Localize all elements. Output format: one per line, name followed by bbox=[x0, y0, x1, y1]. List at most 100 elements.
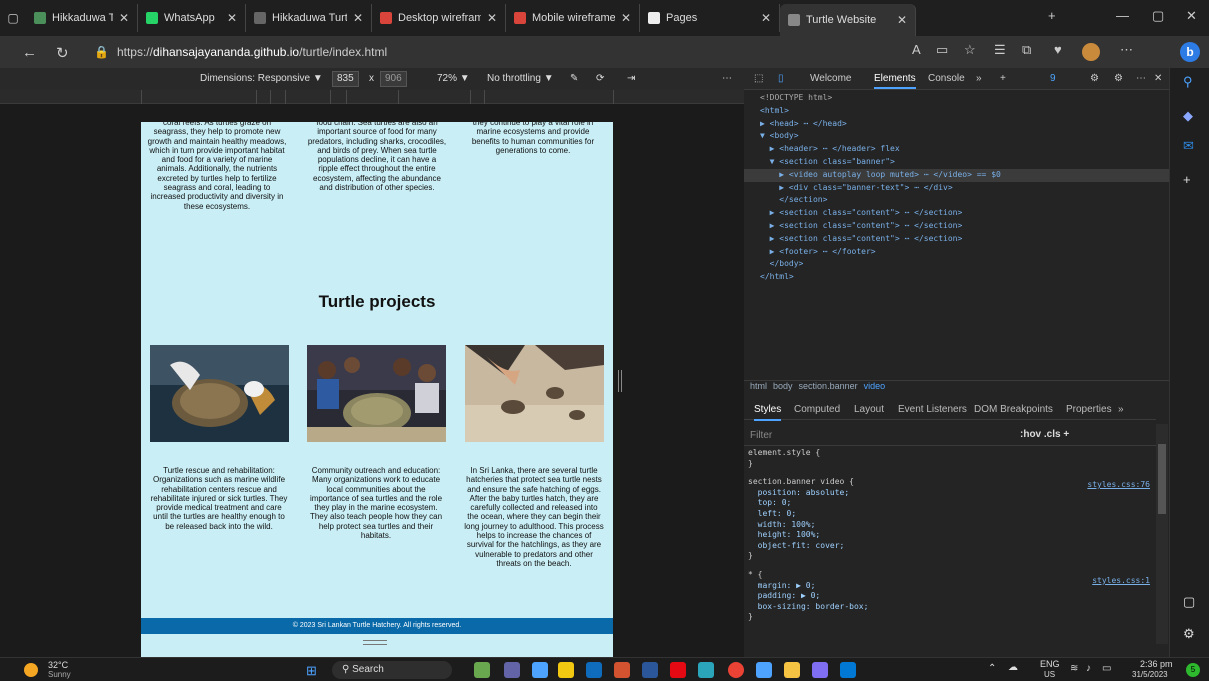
css-rule-line[interactable]: top: 0; bbox=[744, 498, 1156, 509]
device-more-icon[interactable]: ⋯ bbox=[722, 73, 732, 84]
dom-node[interactable]: <html> bbox=[744, 105, 1169, 118]
git-icon[interactable] bbox=[812, 662, 828, 678]
powerpoint-icon[interactable] bbox=[614, 662, 630, 678]
zoom-select[interactable]: 72% ▼ bbox=[437, 73, 470, 84]
widgets-icon[interactable] bbox=[474, 662, 490, 678]
chrome-icon[interactable] bbox=[728, 662, 744, 678]
dom-node[interactable]: ▶ <video autoplay loop muted> ⋯ </video>… bbox=[744, 168, 1169, 182]
height-input[interactable]: 906 bbox=[380, 71, 407, 87]
tab-console[interactable]: Console bbox=[928, 73, 965, 84]
customize-icon[interactable]: ⚙ bbox=[1090, 73, 1099, 84]
favorites-icon[interactable]: ☰ bbox=[994, 42, 1006, 58]
settings-gear-icon[interactable]: ⚙ bbox=[1114, 73, 1123, 84]
browser-tab[interactable]: Hikkaduwa Turtle Con ✕ bbox=[26, 4, 138, 32]
weather-temp[interactable]: 32°C bbox=[48, 660, 68, 670]
css-rule-line[interactable]: left: 0; bbox=[744, 509, 1156, 520]
dom-node[interactable]: ▶ <section class="content"> ⋯ </section> bbox=[744, 207, 1169, 220]
tab-welcome[interactable]: Welcome bbox=[810, 73, 852, 84]
browser-tab[interactable]: WhatsApp ✕ bbox=[138, 4, 246, 32]
browser-tab[interactable]: Desktop wireframe.pc ✕ bbox=[372, 4, 506, 32]
store-icon[interactable] bbox=[558, 662, 574, 678]
onedrive-icon[interactable]: ☁ bbox=[1008, 662, 1018, 673]
start-icon[interactable]: ⊞ bbox=[306, 663, 317, 679]
throttling-select[interactable]: No throttling ▼ bbox=[487, 73, 554, 84]
dom-node[interactable]: ▶ <footer> ⋯ </footer> bbox=[744, 246, 1169, 259]
breadcrumb-item[interactable]: html bbox=[750, 381, 767, 391]
dom-node[interactable]: </html> bbox=[744, 271, 1169, 284]
browser-tab[interactable]: Pages ✕ bbox=[640, 4, 780, 32]
collections-icon[interactable]: ⧉ bbox=[1022, 42, 1031, 58]
netflix-icon[interactable] bbox=[670, 662, 686, 678]
tab-icon[interactable]: ▭ bbox=[936, 42, 948, 58]
dom-node[interactable]: ▶ <section class="content"> ⋯ </section> bbox=[744, 233, 1169, 246]
devtools-more-icon[interactable]: ⋯ bbox=[1136, 73, 1146, 84]
tab-close-icon[interactable]: ✕ bbox=[621, 11, 631, 25]
tray-chevron-icon[interactable]: ⌃ bbox=[988, 663, 996, 674]
width-input[interactable]: 835 bbox=[332, 71, 359, 87]
url-field[interactable]: 🔒 https://dihansajayananda.github.io/tur… bbox=[94, 40, 894, 64]
dom-node[interactable]: </body> bbox=[744, 258, 1169, 271]
wifi-icon[interactable]: ≋ bbox=[1070, 663, 1078, 674]
styles-tab[interactable]: Layout bbox=[854, 404, 884, 415]
vscode-icon[interactable] bbox=[840, 662, 856, 678]
tab-close-icon[interactable]: ✕ bbox=[119, 11, 129, 25]
more-icon[interactable]: ⋯ bbox=[1120, 42, 1133, 58]
browser-tab[interactable]: Hikkaduwa Turtle Hat ✕ bbox=[246, 4, 372, 32]
notepad-icon[interactable] bbox=[756, 662, 772, 678]
dual-screen-icon[interactable]: ⇥ bbox=[627, 73, 635, 84]
tab-close-icon[interactable]: ✕ bbox=[227, 11, 237, 25]
edge-icon[interactable] bbox=[698, 662, 714, 678]
teams-icon[interactable] bbox=[504, 662, 520, 678]
dom-node[interactable]: </section> bbox=[744, 194, 1169, 207]
tab-actions-icon[interactable]: ▢ bbox=[0, 11, 26, 25]
styles-tab[interactable]: Styles bbox=[754, 404, 782, 421]
issues-badge[interactable]: 9 bbox=[1050, 73, 1056, 84]
outlook-icon[interactable]: ✉ bbox=[1183, 138, 1194, 154]
browser-tab[interactable]: Mobile wireframe.pdf ✕ bbox=[506, 4, 640, 32]
dom-node[interactable]: ▼ <section class="banner"> bbox=[744, 156, 1169, 169]
refresh-icon[interactable]: ↻ bbox=[56, 44, 69, 62]
dom-tree[interactable]: <!DOCTYPE html> <html> ▶ <head> ⋯ </head> ▼… bbox=[744, 92, 1169, 284]
dom-node[interactable]: ▶ <div class="banner-text"> ⋯ </div> bbox=[744, 182, 1169, 195]
styles-tab[interactable]: Properties bbox=[1066, 404, 1112, 415]
close-devtools-icon[interactable]: ✕ bbox=[1154, 73, 1162, 84]
breadcrumb-item[interactable]: section.banner bbox=[799, 381, 858, 391]
browser-tab[interactable]: Turtle Website ✕ bbox=[780, 4, 916, 36]
css-rule-line[interactable]: height: 100%; bbox=[744, 530, 1156, 541]
heart-icon[interactable]: ♥ bbox=[1054, 42, 1062, 57]
side-resize-handle[interactable] bbox=[618, 370, 622, 392]
dom-node[interactable]: ▼ <body> bbox=[744, 130, 1169, 143]
filter-input[interactable]: Filter bbox=[750, 430, 772, 441]
stylesheet-link[interactable]: styles.css:1 bbox=[1092, 576, 1150, 587]
more-tabs-icon[interactable]: » bbox=[976, 73, 982, 84]
folder-icon[interactable] bbox=[784, 662, 800, 678]
styles-tab[interactable]: Event Listeners bbox=[898, 404, 967, 415]
dom-node[interactable]: ▶ <header> ⋯ </header> flex bbox=[744, 143, 1169, 156]
clock-time[interactable]: 2:36 pm bbox=[1140, 659, 1173, 669]
filter-tools[interactable]: :hov .cls + bbox=[1020, 429, 1069, 440]
breadcrumb-item[interactable]: body bbox=[773, 381, 793, 391]
page-resize-area[interactable]: ◢ bbox=[141, 634, 613, 657]
styles-tab[interactable]: DOM Breakpoints bbox=[974, 404, 1053, 415]
split-screen-icon[interactable]: ▢ bbox=[1183, 594, 1195, 610]
restore-icon[interactable]: ▢ bbox=[1152, 8, 1164, 24]
back-icon[interactable]: ← bbox=[22, 44, 37, 61]
tab-close-icon[interactable]: ✕ bbox=[487, 11, 497, 25]
add-sidebar-icon[interactable]: + bbox=[1183, 172, 1191, 187]
avatar[interactable] bbox=[1082, 43, 1100, 61]
tab-close-icon[interactable]: ✕ bbox=[353, 11, 363, 25]
bottom-resize-handle[interactable] bbox=[363, 640, 387, 645]
dimensions-select[interactable]: Dimensions: Responsive ▼ bbox=[200, 73, 323, 84]
stylesheet-link[interactable]: styles.css:76 bbox=[1087, 480, 1150, 491]
css-rule-line[interactable]: box-sizing: border-box; bbox=[744, 602, 1156, 613]
add-tab-icon[interactable]: + bbox=[1000, 73, 1006, 84]
outlook-app-icon[interactable] bbox=[586, 662, 602, 678]
new-tab-icon[interactable]: + bbox=[1048, 8, 1056, 23]
inspect-icon[interactable]: ⬚ bbox=[754, 73, 763, 84]
device-toggle-icon[interactable]: ▯ bbox=[778, 73, 784, 84]
tab-close-icon[interactable]: ✕ bbox=[897, 13, 907, 27]
styles-scrollbar[interactable] bbox=[1156, 424, 1168, 644]
css-rule-line[interactable]: width: 100%; bbox=[744, 520, 1156, 531]
tab-close-icon[interactable]: ✕ bbox=[761, 11, 771, 25]
battery-icon[interactable]: ▭ bbox=[1102, 663, 1111, 674]
